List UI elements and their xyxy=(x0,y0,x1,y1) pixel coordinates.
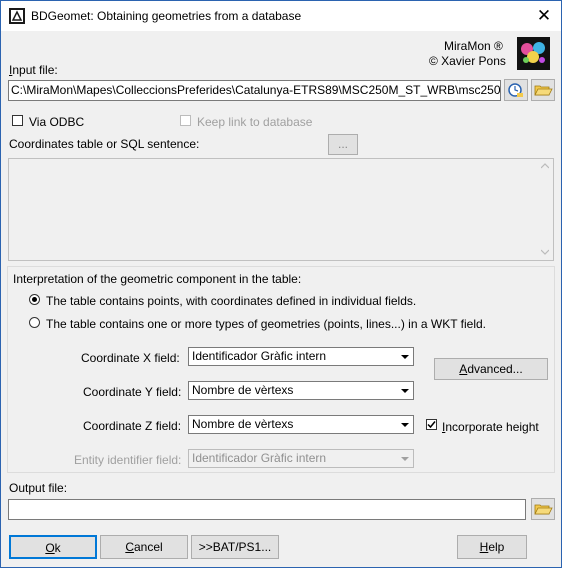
entity-identifier-value: Identificador Gràfic intern xyxy=(192,451,327,465)
dialog-window: BDGeomet: Obtaining geometries from a da… xyxy=(0,0,562,568)
clock-icon xyxy=(508,83,523,97)
entity-identifier-select[interactable]: Identificador Gràfic intern xyxy=(188,449,414,468)
keep-link-label: Keep link to database xyxy=(197,115,313,129)
brand-line-1: MiraMon ® xyxy=(444,39,503,53)
coordinate-y-value: Nombre de vèrtexs xyxy=(192,383,294,397)
chevron-down-icon xyxy=(397,416,413,433)
input-file-history-button[interactable] xyxy=(504,79,528,101)
input-file-label: Input file: xyxy=(9,63,58,77)
textarea-scrollbar[interactable] xyxy=(537,159,553,260)
radio-wkt-label: The table contains one or more types of … xyxy=(46,317,486,331)
output-file-browse-button[interactable] xyxy=(531,498,555,520)
advanced-button[interactable]: Advanced... xyxy=(434,358,548,380)
coordinates-label: Coordinates table or SQL sentence: xyxy=(9,137,200,151)
window-title: BDGeomet: Obtaining geometries from a da… xyxy=(31,9,302,23)
coordinate-z-value: Nombre de vèrtexs xyxy=(192,417,294,431)
input-file-field[interactable]: C:\MiraMon\Mapes\ColleccionsPreferides\C… xyxy=(8,80,501,101)
cancel-button[interactable]: Cancel xyxy=(100,535,188,559)
radio-points-label: The table contains points, with coordina… xyxy=(46,294,417,308)
incorporate-height-label: Incorporate height xyxy=(442,420,539,434)
close-icon[interactable]: ✕ xyxy=(533,5,555,27)
incorporate-height-checkbox[interactable] xyxy=(426,419,437,430)
interpretation-heading: Interpretation of the geometric componen… xyxy=(13,272,302,286)
radio-points[interactable] xyxy=(29,294,40,305)
miramon-logo-icon xyxy=(517,37,550,70)
scroll-up-icon xyxy=(541,163,549,169)
coordinate-z-select[interactable]: Nombre de vèrtexs xyxy=(188,415,414,434)
coordinates-browse-button[interactable]: ... xyxy=(328,134,358,155)
coordinate-y-label: Coordinate Y field: xyxy=(83,385,182,399)
brand-line-2: © Xavier Pons xyxy=(429,54,506,68)
bat-ps1-button[interactable]: >>BAT/PS1... xyxy=(191,535,279,559)
keep-link-checkbox[interactable] xyxy=(180,115,191,126)
coordinate-z-label: Coordinate Z field: xyxy=(83,419,182,433)
coordinates-sql-textarea[interactable] xyxy=(8,158,554,261)
output-file-field[interactable] xyxy=(8,499,526,520)
folder-icon xyxy=(534,85,553,96)
entity-identifier-label: Entity identifier field: xyxy=(74,453,182,467)
output-file-label: Output file: xyxy=(9,481,68,495)
folder-icon xyxy=(534,504,553,515)
coordinate-x-value: Identificador Gràfic intern xyxy=(192,349,327,363)
radio-wkt[interactable] xyxy=(29,317,40,328)
ok-button[interactable]: Ok xyxy=(9,535,97,559)
scroll-down-icon xyxy=(541,249,549,255)
coordinate-x-label: Coordinate X field: xyxy=(81,351,180,365)
checkmark-icon xyxy=(427,421,436,429)
app-icon xyxy=(9,8,25,24)
via-odbc-checkbox[interactable] xyxy=(12,115,23,126)
help-button[interactable]: Help xyxy=(457,535,527,559)
via-odbc-label: Via ODBC xyxy=(29,115,85,129)
chevron-down-icon xyxy=(397,382,413,399)
chevron-down-icon xyxy=(397,348,413,365)
chevron-down-icon xyxy=(397,450,413,467)
title-bar: BDGeomet: Obtaining geometries from a da… xyxy=(1,1,561,31)
input-file-browse-button[interactable] xyxy=(531,79,555,101)
coordinate-y-select[interactable]: Nombre de vèrtexs xyxy=(188,381,414,400)
coordinate-x-select[interactable]: Identificador Gràfic intern xyxy=(188,347,414,366)
